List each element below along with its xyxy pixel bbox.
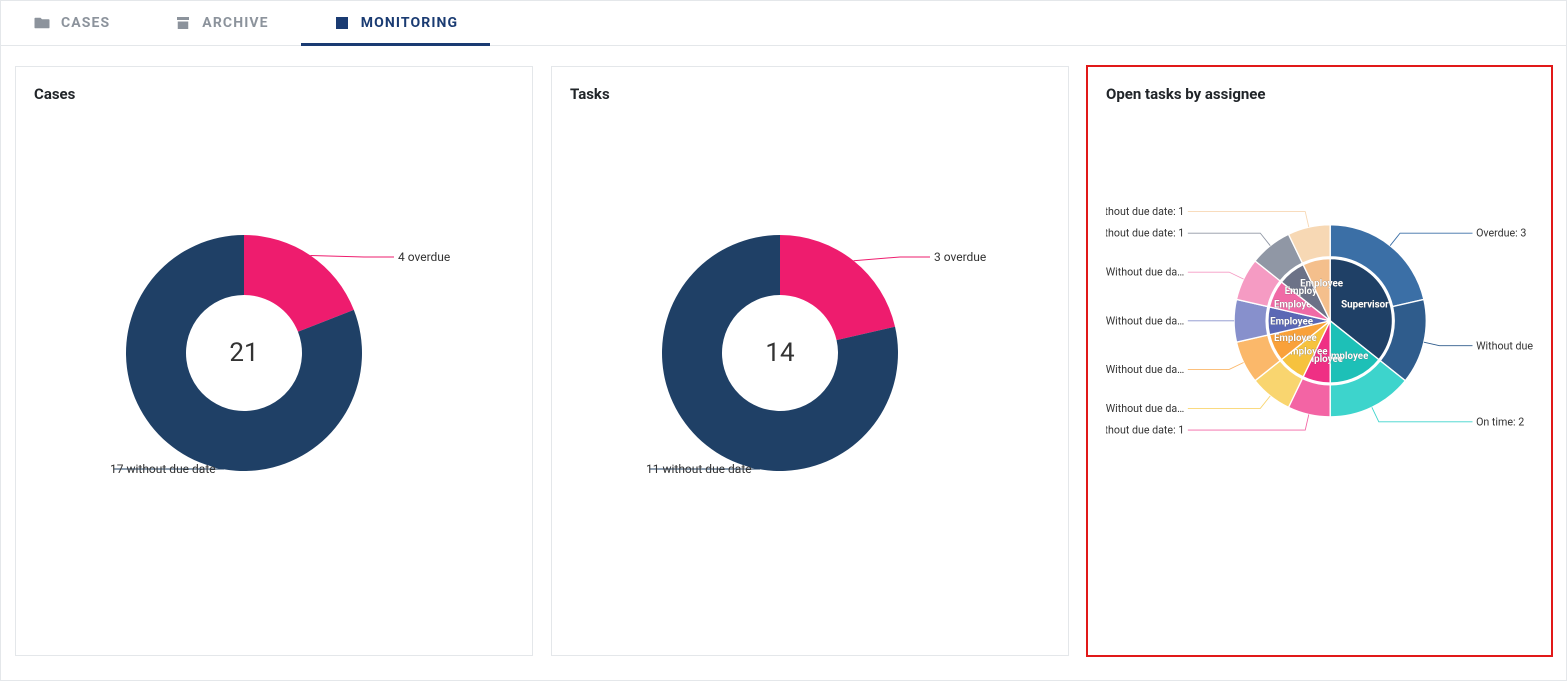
svg-text:3 overdue: 3 overdue	[934, 250, 986, 264]
tab-archive[interactable]: ARCHIVE	[142, 1, 300, 45]
svg-text:Without due da…: Without due da…	[1106, 314, 1184, 327]
card-title: Open tasks by assignee	[1106, 85, 1533, 103]
svg-text:11 without due date: 11 without due date	[646, 462, 752, 476]
tab-cases[interactable]: CASES	[1, 1, 142, 45]
page-root: CASES ARCHIVE MONITORING Cases 21 4 overd…	[0, 0, 1567, 681]
svg-text:17 without due date: 17 without due date	[110, 462, 216, 476]
assignee-sunburst-chart[interactable]: SupervisorEmployeeEmployeeEmployeeEmploy…	[1106, 113, 1533, 493]
svg-text:Supervisor: Supervisor	[1341, 300, 1389, 311]
tab-label: ARCHIVE	[202, 15, 268, 31]
svg-text:21: 21	[229, 338, 258, 368]
svg-text:4 overdue: 4 overdue	[398, 250, 450, 264]
tab-label: CASES	[61, 15, 110, 31]
card-title: Cases	[34, 85, 514, 103]
cases-donut-svg: 21 4 overdue 17 without due date	[34, 113, 514, 553]
card-cases: Cases 21 4 overdue 17 without due date	[15, 66, 533, 656]
cases-donut-chart[interactable]: 21 4 overdue 17 without due date	[34, 113, 514, 553]
svg-text:Without due da…: Without due da…	[1106, 363, 1184, 376]
svg-text:Without due date: 1: Without due date: 1	[1106, 227, 1184, 240]
svg-text:14: 14	[765, 338, 795, 368]
svg-text:Employee: Employee	[1274, 333, 1318, 344]
svg-text:Overdue: 3: Overdue: 3	[1476, 227, 1526, 240]
svg-text:Without due da…: Without due da…	[1106, 266, 1184, 279]
svg-text:Employee: Employee	[1270, 316, 1314, 327]
card-open-tasks-by-assignee: Open tasks by assignee Supervisor Employe…	[1087, 66, 1552, 656]
tasks-donut-chart[interactable]: 14 3 overdue 11 without due date	[570, 113, 1050, 553]
assignee-sunburst-svg: SupervisorEmployeeEmployeeEmployeeEmploy…	[1106, 113, 1533, 493]
folder-icon	[33, 14, 51, 32]
tab-label: MONITORING	[361, 15, 459, 31]
nav-tabs: CASES ARCHIVE MONITORING	[1, 1, 1566, 46]
archive-icon	[174, 14, 192, 32]
tab-monitoring[interactable]: MONITORING	[301, 1, 491, 45]
tasks-donut-svg: 14 3 overdue 11 without due date	[570, 113, 1050, 553]
svg-text:Without due date: 1: Without due date: 1	[1106, 424, 1184, 437]
svg-text:Without due da…: Without due da…	[1476, 339, 1533, 352]
stats-icon	[333, 14, 351, 32]
card-tasks: Tasks 14 3 overdue 11 without due date	[551, 66, 1069, 656]
card-title: Tasks	[570, 85, 1050, 103]
svg-text:On time: 2: On time: 2	[1476, 415, 1524, 428]
dashboard-content: Cases 21 4 overdue 17 without due date Tas…	[1, 46, 1566, 680]
svg-text:Without due date: 1: Without due date: 1	[1106, 205, 1184, 218]
svg-text:Without due da…: Without due da…	[1106, 402, 1184, 415]
svg-text:Employee: Employee	[1300, 279, 1344, 290]
